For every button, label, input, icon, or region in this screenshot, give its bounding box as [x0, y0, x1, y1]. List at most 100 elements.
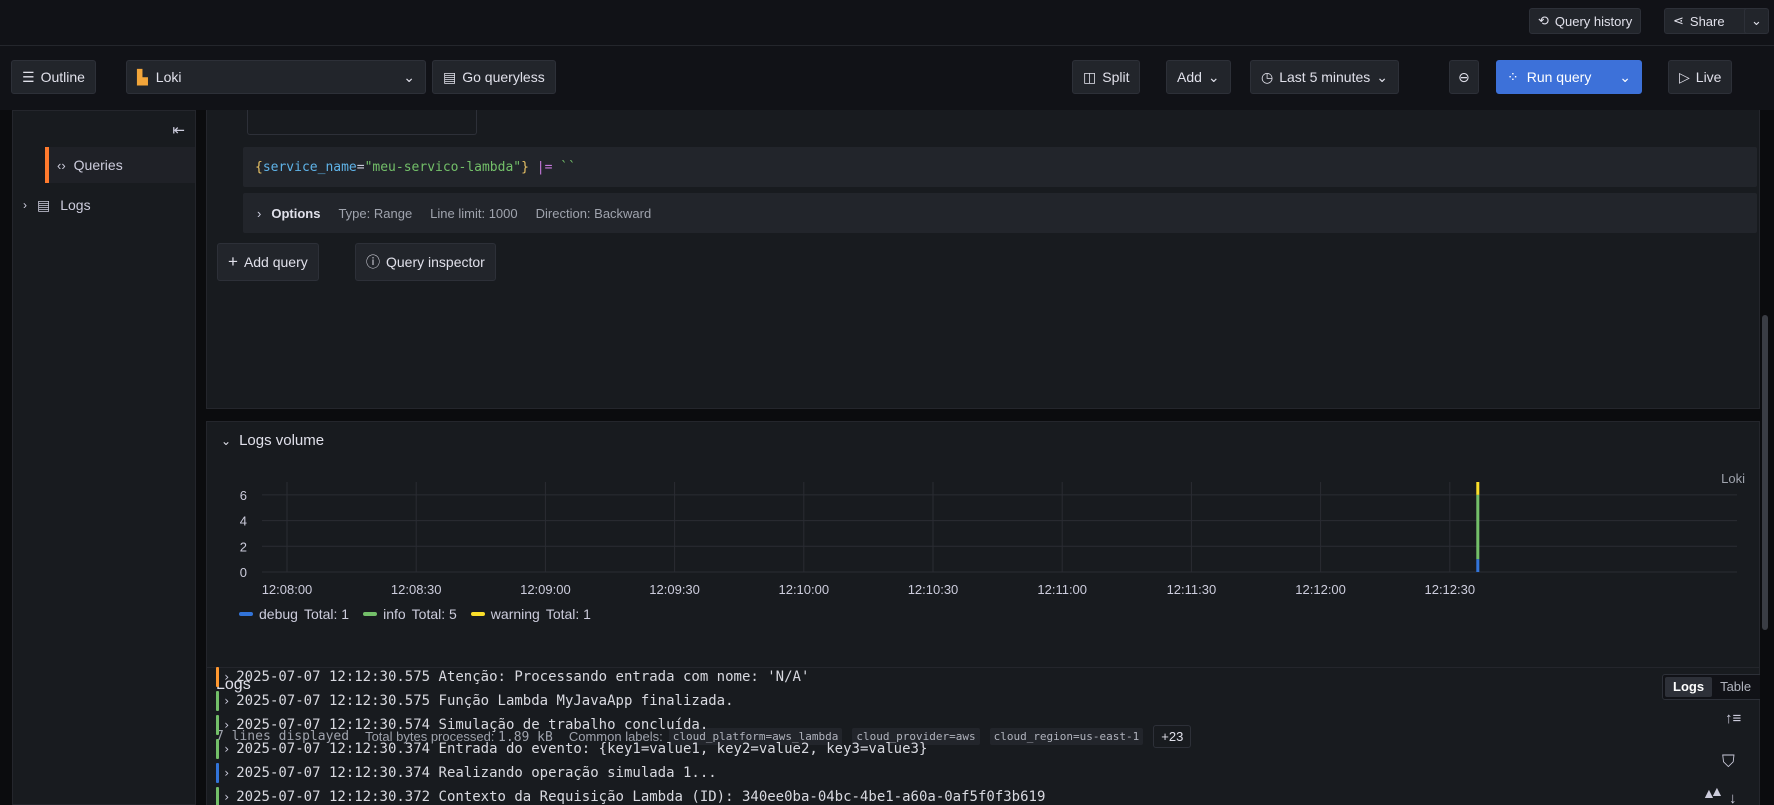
chevron-right-icon: › [23, 198, 27, 212]
expand-chevron-icon[interactable]: › [223, 694, 230, 708]
split-icon: ◫ [1083, 68, 1097, 85]
share-dropdown-button[interactable]: ⌄ [1744, 8, 1769, 34]
log-row[interactable]: › 2025-07-07 12:12:30.374 Entrada do even… [216, 737, 1045, 761]
log-row[interactable]: › 2025-07-07 12:12:30.575 Função Lambda M… [216, 689, 1045, 713]
chevron-down-icon: ⌄ [403, 68, 415, 85]
query-options-row[interactable]: › Options Type: Range Line limit: 1000 D… [243, 193, 1757, 233]
scroll-to-bottom-icon[interactable]: ↓ [1729, 790, 1737, 805]
log-row[interactable]: › 2025-07-07 12:12:30.574 Simulação de tr… [216, 713, 1045, 737]
legend-swatch [239, 612, 253, 616]
log-line-text: 2025-07-07 12:12:30.574 Simulação de tra… [236, 717, 709, 733]
x-tick-label: 12:10:00 [778, 582, 829, 597]
query-panel: {service_name="meu-servico-lambda"} |= `… [206, 110, 1760, 409]
x-tick-label: 12:12:30 [1424, 582, 1475, 597]
chevron-down-icon: ⌄ [1376, 68, 1389, 85]
y-tick-label: 6 [240, 488, 247, 503]
x-tick-label: 12:12:00 [1295, 582, 1346, 597]
log-lines: › 2025-07-07 12:12:30.575 Atenção: Proces… [216, 665, 1045, 805]
collapse-outline-icon[interactable]: ⇤ [172, 121, 185, 139]
outline-button[interactable]: ☰ Outline [11, 60, 96, 94]
legend-swatch [470, 612, 485, 616]
volume-bar-debug [1476, 559, 1480, 572]
loki-logo-icon: ▙ [137, 68, 148, 85]
go-queryless-button[interactable]: ▤ Go queryless [432, 60, 556, 94]
log-line-text: 2025-07-07 12:12:30.575 Atenção: Process… [236, 669, 810, 685]
legend-series-name: info [383, 606, 406, 622]
datasource-picker[interactable]: ▙ Loki ⌄ [126, 60, 426, 94]
zoom-out-button[interactable]: ⊖ [1449, 60, 1479, 94]
legend-series-name: debug [259, 606, 298, 622]
legend-series-total: Total: 1 [545, 606, 591, 622]
logs-volume-panel: ⌄ Logs volume Loki 0 2 4 6 12:08:00 12:08:30 1… [206, 421, 1760, 668]
history-icon: ⟲ [1538, 13, 1549, 28]
filter-icon[interactable]: ⛉ [1722, 752, 1735, 772]
sidebar-item-logs[interactable]: › ▤ Logs [23, 191, 193, 219]
chevron-down-icon: ⌄ [1207, 68, 1220, 85]
scrollbar-thumb[interactable] [1762, 315, 1768, 630]
logs-icon: ▤ [37, 196, 51, 213]
sort-order-icon[interactable]: ↑≡ [1725, 710, 1741, 727]
expand-chevron-icon[interactable]: › [223, 766, 230, 780]
logs-icon: ▤ [443, 68, 457, 85]
log-level-indicator [216, 667, 219, 687]
x-tick-label: 12:11:00 [1037, 582, 1087, 597]
zoom-out-icon: ⊖ [1458, 68, 1470, 85]
legend-item-warning[interactable]: warning Total: 1 [470, 606, 591, 622]
log-row[interactable]: › 2025-07-07 12:12:30.575 Atenção: Proces… [216, 665, 1045, 689]
chevron-down-icon: ⌄ [1751, 13, 1762, 28]
legend-series-total: Total: 1 [303, 606, 350, 622]
x-tick-label: 12:08:00 [262, 582, 313, 597]
log-level-indicator [216, 739, 219, 759]
log-level-indicator [216, 691, 219, 711]
log-row[interactable]: › 2025-07-07 12:12:30.374 Realizando oper… [216, 761, 1045, 785]
clock-icon: ◷ [1261, 68, 1274, 85]
info-circle-icon: ⓘ [366, 254, 380, 270]
legend-series-total: Total: 5 [411, 606, 457, 622]
log-level-indicator [216, 715, 219, 735]
more-labels-button[interactable]: +23 [1153, 725, 1192, 748]
legend-item-info[interactable]: info Total: 5 [363, 606, 457, 622]
outline-icon: ☰ [22, 68, 35, 85]
x-tick-label: 12:09:00 [520, 582, 571, 597]
y-tick-label: 2 [240, 539, 247, 554]
content-outline: ⇤ ‹› Queries › ▤ Logs [12, 110, 196, 805]
x-tick-label: 12:11:30 [1167, 582, 1217, 597]
expand-chevron-icon[interactable]: › [223, 718, 230, 732]
log-level-indicator [216, 763, 219, 783]
top-bar: ⟲ Query history ⋖ Share ⌄ [0, 0, 1774, 46]
query-history-button[interactable]: ⟲ Query history [1529, 8, 1642, 34]
query-editor[interactable]: {service_name="meu-servico-lambda"} |= `… [243, 147, 1757, 187]
log-line-text: 2025-07-07 12:12:30.575 Função Lambda My… [236, 693, 734, 709]
expand-chevron-icon[interactable]: › [223, 790, 230, 804]
sidebar-item-queries[interactable]: ‹› Queries [45, 147, 195, 183]
explore-content: {service_name="meu-servico-lambda"} |= `… [206, 110, 1760, 805]
log-line-text: 2025-07-07 12:12:30.374 Realizando opera… [236, 765, 717, 781]
legend-item-debug[interactable]: debug Total: 1 [239, 606, 349, 622]
chevron-right-icon: › [257, 205, 262, 221]
query-header-fragment [247, 110, 477, 135]
log-scroll-up-icon[interactable]: ▲ [1710, 783, 1724, 799]
run-query-button[interactable]: ⁘ Run query ⌄ [1496, 60, 1642, 94]
log-level-indicator [216, 787, 219, 805]
share-button[interactable]: ⋖ Share [1664, 8, 1756, 34]
explore-toolbar: ☰ Outline ▙ Loki ⌄ ▤ Go queryless ◫ Spli… [0, 46, 1774, 110]
time-range-picker[interactable]: ◷ Last 5 minutes ⌄ [1250, 60, 1400, 94]
add-query-button[interactable]: + Add query [217, 243, 319, 281]
share-icon: ⋖ [1673, 13, 1684, 28]
y-tick-label: 4 [240, 514, 247, 529]
query-inspector-button[interactable]: ⓘ Query inspector [355, 243, 496, 281]
volume-bar-warning [1476, 482, 1480, 495]
page-scrollbar[interactable] [1760, 110, 1770, 805]
x-tick-label: 12:10:30 [908, 582, 959, 597]
expand-chevron-icon[interactable]: › [223, 670, 230, 684]
add-button[interactable]: Add ⌄ [1166, 60, 1231, 94]
split-button[interactable]: ◫ Split [1072, 60, 1141, 94]
chart-legend: debug Total: 1 info Total: 5 warning Total: 1 [239, 606, 591, 622]
plus-icon: + [228, 252, 238, 271]
log-line-text: 2025-07-07 12:12:30.374 Entrada do event… [236, 741, 928, 757]
x-tick-label: 12:08:30 [391, 582, 442, 597]
live-button[interactable]: ▷ Live [1668, 60, 1733, 94]
y-tick-label: 0 [240, 565, 247, 580]
expand-chevron-icon[interactable]: › [223, 742, 230, 756]
log-row[interactable]: › 2025-07-07 12:12:30.372 Contexto da Req… [216, 785, 1045, 805]
